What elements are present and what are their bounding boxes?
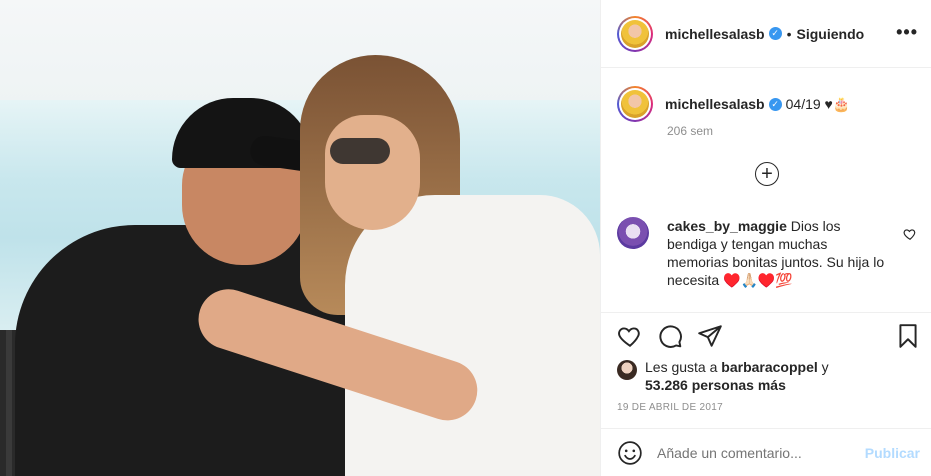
caption-author-avatar-image [621,90,649,118]
share-icon[interactable] [697,323,723,349]
comment-input[interactable] [657,444,857,461]
comment-icon[interactable] [657,323,683,349]
publish-button[interactable]: Publicar [865,445,920,461]
load-more-comments-button[interactable]: + [755,162,779,186]
add-comment-bar: Publicar [601,428,931,476]
author-avatar-image [621,19,649,48]
bookmark-icon[interactable] [895,323,921,349]
post-actions-bar [601,312,931,360]
post-date[interactable]: 19 DE ABRIL DE 2017 [617,402,723,413]
post-caption: michellesalasb ✓ 04/19 ♥🎂 206 sem [617,86,917,138]
comment-like-heart-icon[interactable] [903,227,917,241]
commenter-username[interactable]: cakes_by_maggie [667,218,787,234]
author-username[interactable]: michellesalasb [665,26,765,42]
post-header: michellesalasb ✓ • Siguiendo ••• [601,0,931,68]
post-side-panel: michellesalasb ✓ • Siguiendo ••• michell… [600,0,931,476]
heart-icon[interactable] [617,323,643,349]
photo-woman-face [325,115,420,230]
plus-icon: + [761,163,773,185]
follow-status-button[interactable]: Siguiendo [797,26,865,42]
likes-count-link[interactable]: 53.286 personas más [645,377,786,393]
verified-icon: ✓ [768,27,782,40]
photo-woman-dress [345,195,600,476]
liker-avatar[interactable] [617,360,637,380]
post-photo[interactable] [0,0,600,476]
commenter-avatar[interactable] [617,217,649,249]
caption-author-avatar[interactable] [617,86,653,122]
likes-suffix: y [817,359,829,375]
caption-text: 04/19 ♥🎂 [785,95,851,112]
caption-author-username[interactable]: michellesalasb [665,96,765,112]
separator-dot: • [786,25,792,42]
likes-prefix: Les gusta a [645,359,722,375]
caption-timestamp[interactable]: 206 sem [667,124,713,138]
photo-sunglasses [330,138,390,164]
likes-text: Les gusta a barbaracoppel y 53.286 perso… [645,358,829,394]
author-avatar[interactable] [617,15,653,52]
liker-username[interactable]: barbaracoppel [721,359,817,375]
verified-icon: ✓ [768,97,782,111]
likes-summary: Les gusta a barbaracoppel y 53.286 perso… [617,358,917,394]
more-options-icon[interactable]: ••• [896,22,918,43]
comment-body: cakes_by_maggie Dios los bendiga y tenga… [667,217,887,289]
emoji-icon[interactable] [617,440,643,466]
comment-item: cakes_by_maggie Dios los bendiga y tenga… [617,217,917,289]
